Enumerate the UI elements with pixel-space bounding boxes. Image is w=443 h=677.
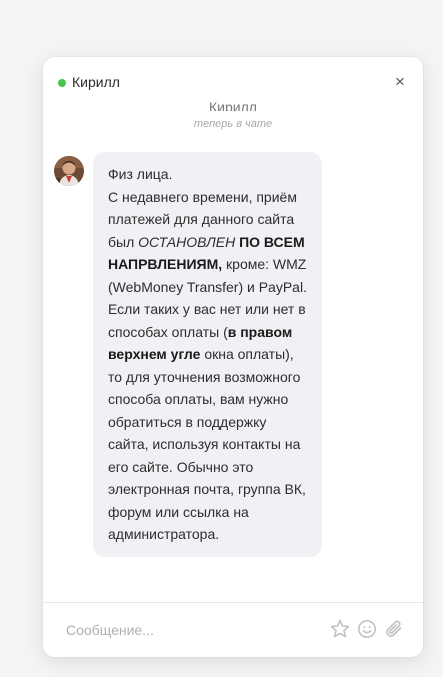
chat-window: Кирилл × Кирилл теперь в чате Физ лица. … bbox=[43, 57, 423, 657]
paperclip-icon[interactable] bbox=[384, 619, 404, 639]
message-line-1: Физ лица. bbox=[108, 166, 173, 182]
message-input[interactable] bbox=[64, 617, 328, 643]
input-area bbox=[43, 603, 423, 657]
message-bubble: Физ лица. С недавнего времени, приём пла… bbox=[93, 152, 322, 557]
message-italic-text: ОСТАНОВЛЕН bbox=[138, 233, 236, 250]
message-body: С недавнего времени, приём платежей для … bbox=[108, 186, 309, 546]
avatar bbox=[54, 156, 84, 186]
agent-info: Кирилл теперь в чате bbox=[43, 99, 423, 130]
smile-icon[interactable] bbox=[357, 619, 377, 639]
star-icon[interactable] bbox=[330, 619, 350, 639]
agent-name: Кирилл bbox=[209, 99, 257, 111]
online-status-dot bbox=[58, 79, 66, 87]
avatar-image bbox=[54, 156, 84, 186]
header-contact-name: Кирилл bbox=[72, 74, 120, 90]
close-button[interactable]: × bbox=[389, 71, 411, 93]
agent-status: теперь в чате bbox=[193, 118, 273, 130]
message-text: окна оплаты), то для уточнения возможног… bbox=[108, 346, 306, 542]
